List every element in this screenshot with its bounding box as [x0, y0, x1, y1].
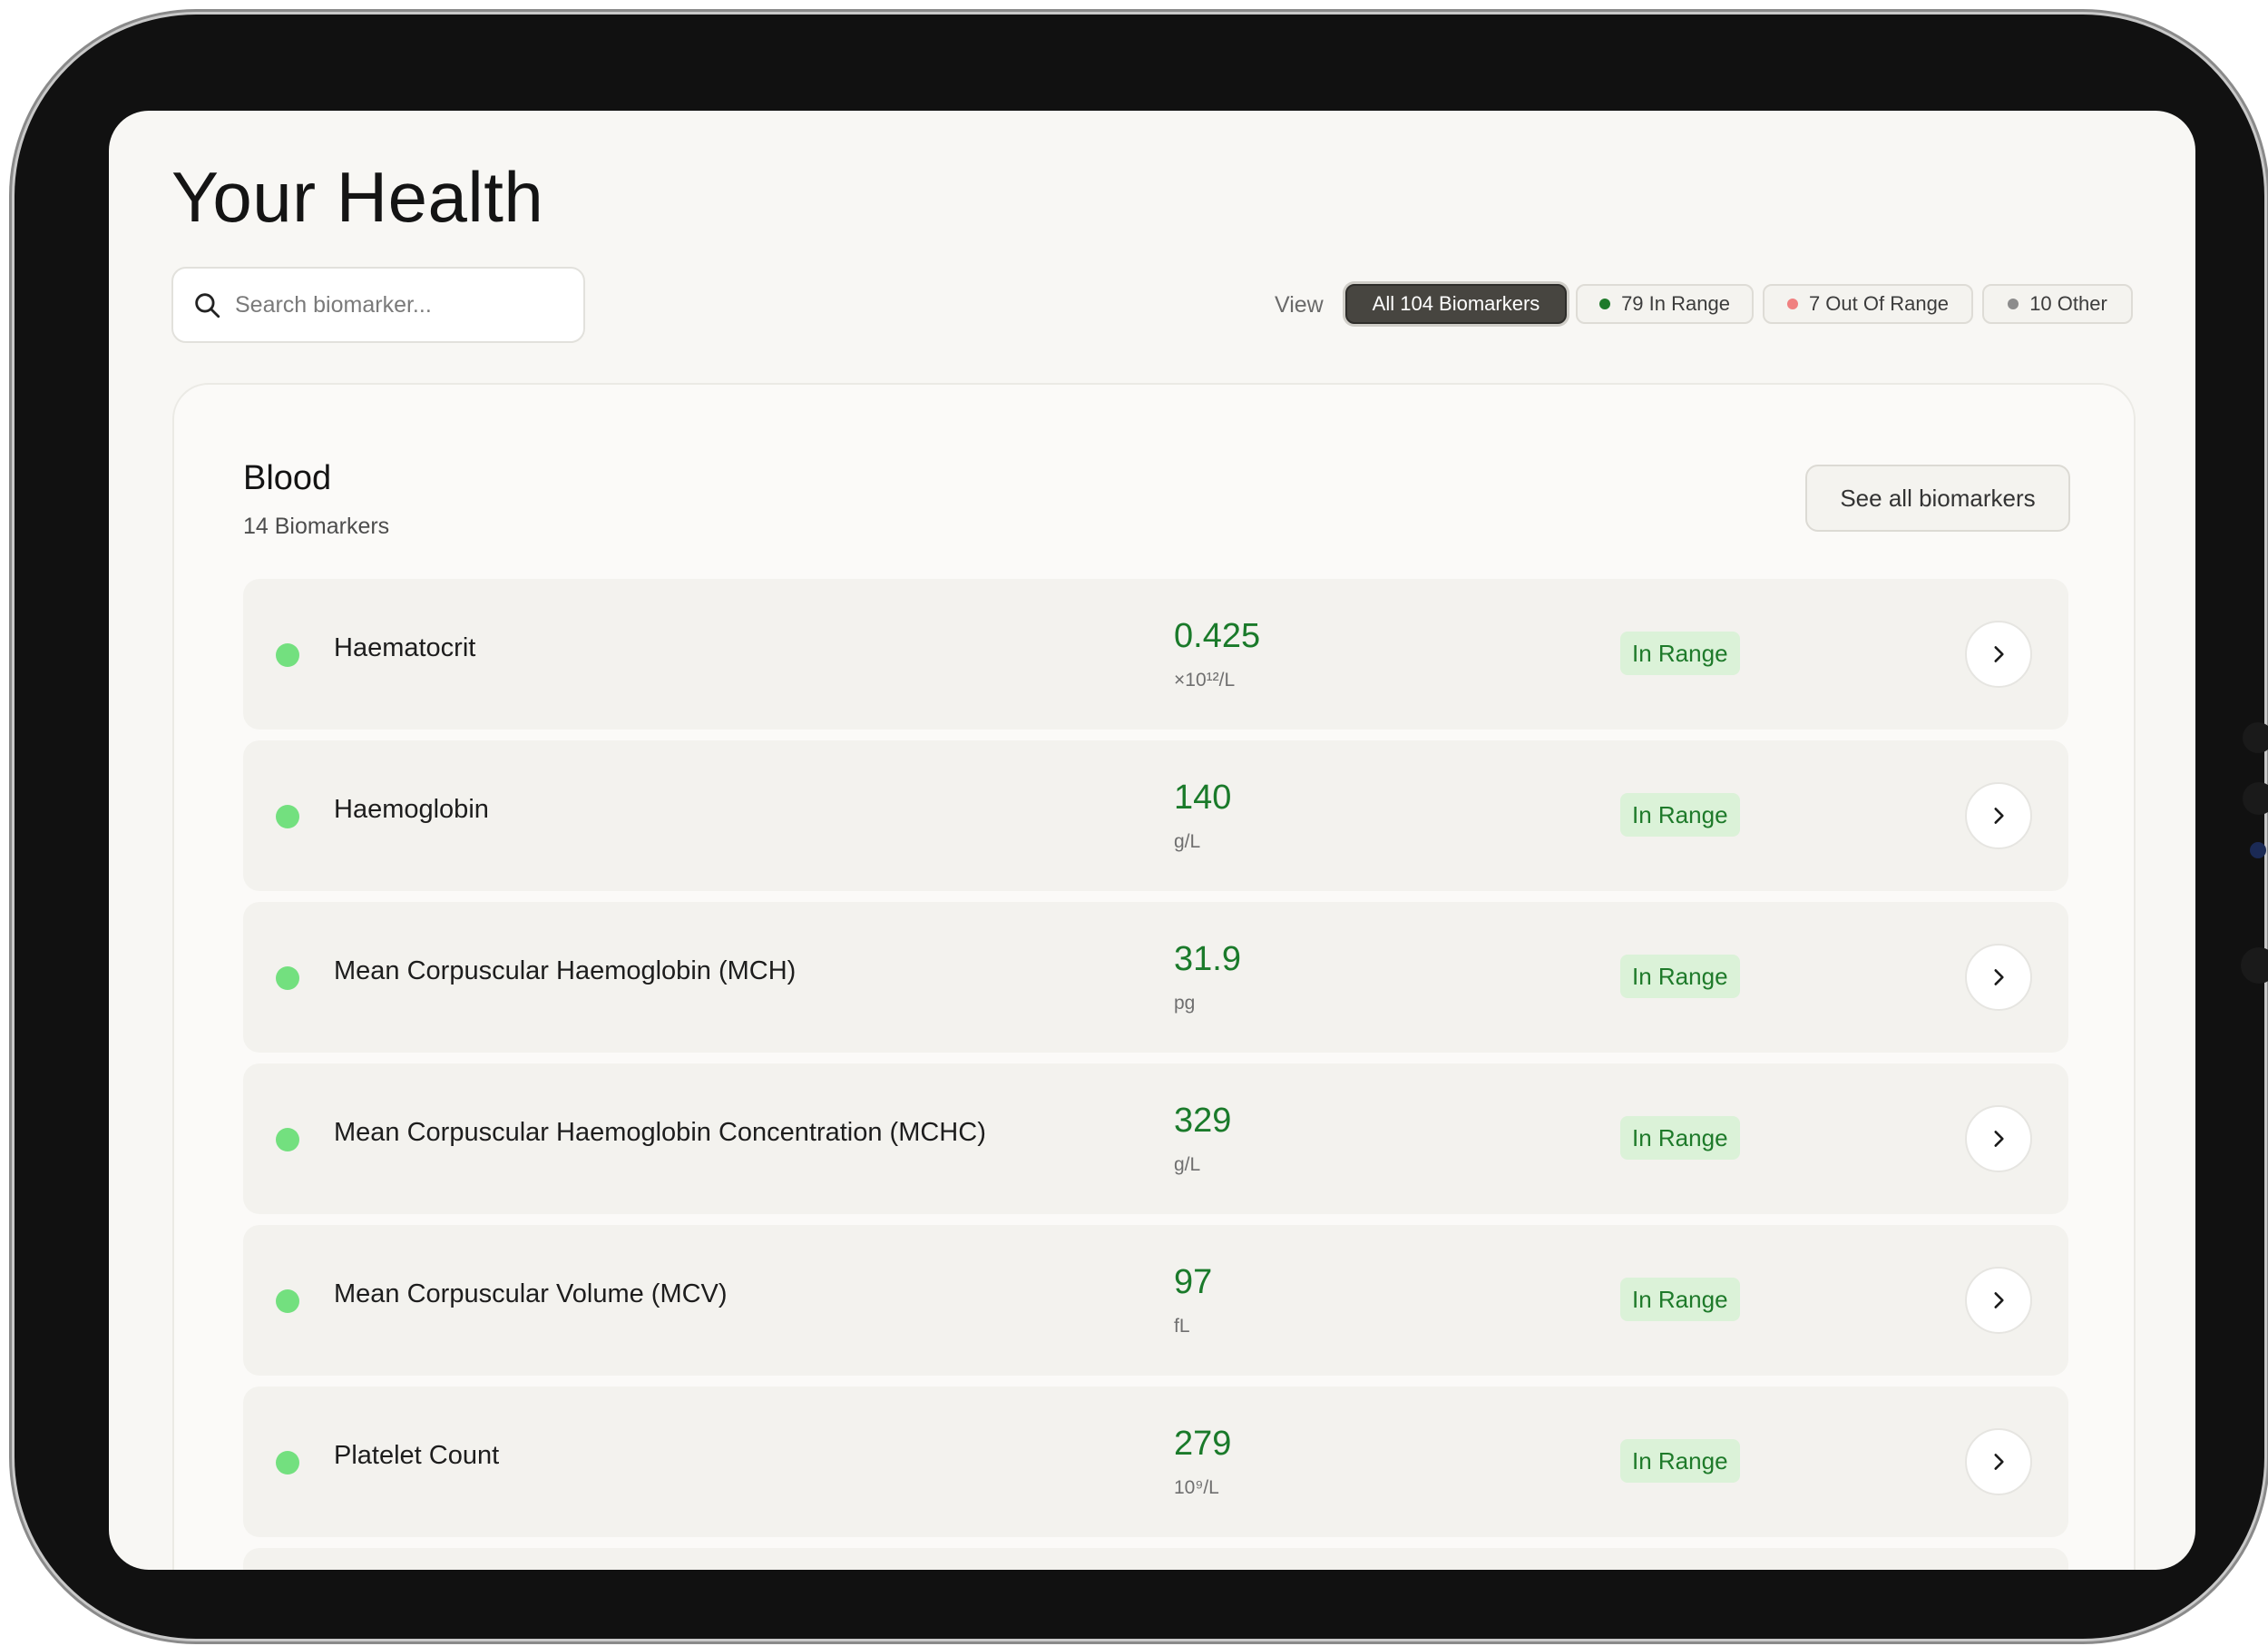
- chevron-right-icon: [1994, 808, 2004, 824]
- filter-chip-label: 79 In Range: [1621, 292, 1730, 315]
- biomarker-value: 279: [1174, 1425, 1232, 1463]
- biomarker-value: 329: [1174, 1102, 1232, 1140]
- biomarker-row-partial[interactable]: [243, 1548, 2068, 1570]
- chevron-right-icon: [1994, 1292, 2004, 1308]
- view-label: View: [1275, 292, 1324, 318]
- open-biomarker-button[interactable]: [1965, 621, 2032, 688]
- green-status-dot: [1599, 299, 1611, 309]
- in-range-status-dot: [276, 1289, 299, 1313]
- biomarker-name: Haemoglobin: [334, 795, 489, 824]
- see-all-biomarkers-button[interactable]: See all biomarkers: [1805, 465, 2070, 532]
- search-icon: [195, 293, 220, 318]
- page-title: Your Health: [171, 157, 544, 237]
- side-sensor: [2241, 947, 2268, 984]
- chevron-right-icon: [1994, 969, 2004, 985]
- blood-section-card: Blood 14 Biomarkers See all biomarkers H…: [172, 383, 2136, 1570]
- status-badge: In Range: [1620, 1116, 1740, 1160]
- biomarker-unit: 10⁹/L: [1174, 1477, 1219, 1498]
- biomarker-name: Mean Corpuscular Haemoglobin (MCH): [334, 956, 797, 985]
- search-input[interactable]: [233, 290, 563, 319]
- biomarker-value: 140: [1174, 779, 1232, 817]
- in-range-status-dot: [276, 1128, 299, 1151]
- status-badge: In Range: [1620, 1278, 1740, 1321]
- camera-lens: [2243, 782, 2268, 815]
- biomarker-value: 31.9: [1174, 940, 1241, 978]
- biomarker-row[interactable]: Mean Corpuscular Haemoglobin Concentrati…: [243, 1063, 2068, 1214]
- biomarker-row[interactable]: Haematocrit 0.425 ×10¹²/L In Range: [243, 579, 2068, 730]
- biomarker-row[interactable]: Mean Corpuscular Volume (MCV) 97 fL In R…: [243, 1225, 2068, 1376]
- biomarker-unit: g/L: [1174, 831, 1201, 852]
- status-badge: In Range: [1620, 955, 1740, 998]
- gray-status-dot: [2008, 299, 2019, 309]
- open-biomarker-button[interactable]: [1965, 782, 2032, 849]
- filter-chip-out-of-range[interactable]: 7 Out Of Range: [1763, 284, 1973, 324]
- chevron-right-icon: [1994, 1454, 2004, 1470]
- camera-flash: [2250, 842, 2266, 858]
- biomarker-unit: ×10¹²/L: [1174, 670, 1236, 691]
- biomarker-value: 0.425: [1174, 617, 1261, 655]
- status-badge: In Range: [1620, 1439, 1740, 1483]
- biomarker-row[interactable]: Haemoglobin 140 g/L In Range: [243, 740, 2068, 891]
- biomarker-name: Mean Corpuscular Volume (MCV): [334, 1279, 728, 1308]
- chevron-right-icon: [1994, 1131, 2004, 1147]
- open-biomarker-button[interactable]: [1965, 944, 2032, 1011]
- chevron-right-icon: [1994, 646, 2004, 662]
- open-biomarker-button[interactable]: [1965, 1105, 2032, 1172]
- biomarker-unit: g/L: [1174, 1154, 1201, 1175]
- tablet-frame: Your Health View All 104 Biomarkers 79 I…: [15, 15, 2268, 1639]
- filter-chip-in-range[interactable]: 79 In Range: [1576, 284, 1754, 324]
- biomarker-list: Haematocrit 0.425 ×10¹²/L In Range Haemo…: [243, 579, 2068, 1570]
- biomarker-row[interactable]: Mean Corpuscular Haemoglobin (MCH) 31.9 …: [243, 902, 2068, 1053]
- in-range-status-dot: [276, 643, 299, 667]
- open-biomarker-button[interactable]: [1965, 1267, 2032, 1334]
- section-biomarker-count: 14 Biomarkers: [243, 514, 390, 539]
- filter-chip-all-biomarkers[interactable]: All 104 Biomarkers: [1345, 284, 1567, 324]
- filter-chip-other[interactable]: 10 Other: [1982, 284, 2133, 324]
- search-box[interactable]: [171, 267, 585, 343]
- in-range-status-dot: [276, 805, 299, 828]
- biomarker-row[interactable]: Platelet Count 279 10⁹/L In Range: [243, 1386, 2068, 1537]
- biomarker-unit: pg: [1174, 993, 1196, 1014]
- status-badge: In Range: [1620, 793, 1740, 837]
- status-badge: In Range: [1620, 632, 1740, 675]
- biomarker-value: 97: [1174, 1263, 1213, 1301]
- open-biomarker-button[interactable]: [1965, 1428, 2032, 1495]
- side-sensor: [2243, 722, 2268, 753]
- section-title: Blood: [243, 459, 332, 497]
- red-status-dot: [1786, 299, 1798, 309]
- biomarker-name: Haematocrit: [334, 633, 476, 662]
- in-range-status-dot: [276, 1451, 299, 1475]
- app-screen: Your Health View All 104 Biomarkers 79 I…: [109, 111, 2195, 1570]
- filter-chip-label: 10 Other: [2029, 292, 2107, 315]
- biomarker-unit: fL: [1174, 1316, 1190, 1337]
- filter-chip-label: 7 Out Of Range: [1808, 292, 1950, 315]
- in-range-status-dot: [276, 966, 299, 990]
- biomarker-name: Platelet Count: [334, 1441, 500, 1470]
- filter-chip-label: All 104 Biomarkers: [1372, 292, 1540, 315]
- biomarker-name: Mean Corpuscular Haemoglobin Concentrati…: [334, 1118, 986, 1147]
